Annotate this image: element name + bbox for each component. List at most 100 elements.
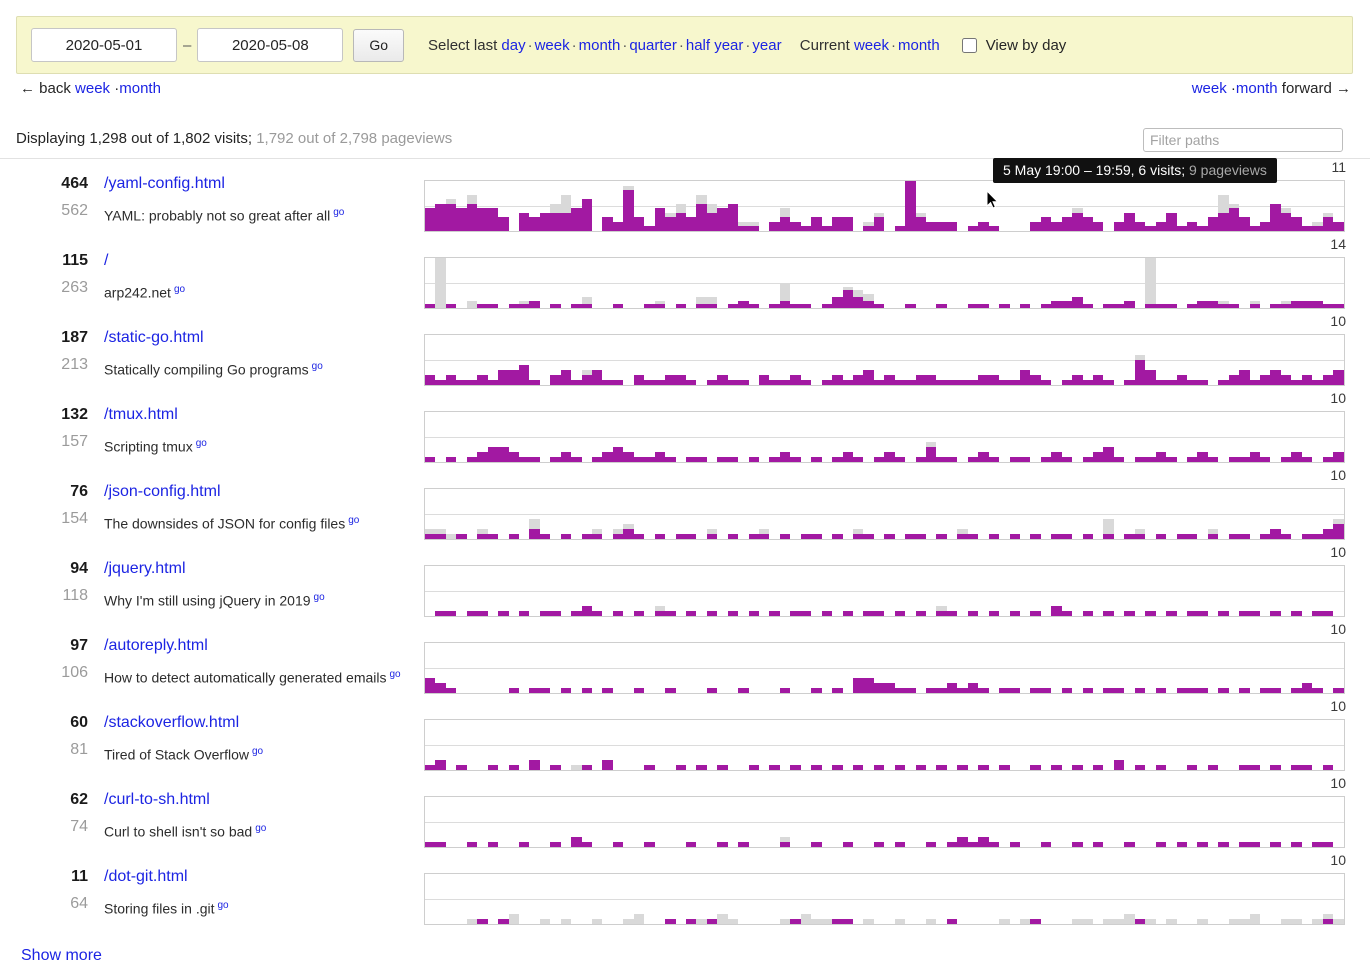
chart-bar[interactable] <box>425 412 436 462</box>
chart-bar[interactable] <box>1135 566 1145 616</box>
chart-bar[interactable] <box>936 874 946 924</box>
chart-bar[interactable] <box>1260 797 1270 847</box>
chart-bar[interactable] <box>509 797 519 847</box>
chart-bar[interactable] <box>1145 258 1156 308</box>
chart-bar[interactable] <box>895 258 905 308</box>
chart-bar[interactable] <box>519 720 529 770</box>
chart-bar[interactable] <box>1040 181 1052 231</box>
chart-bar[interactable] <box>801 412 811 462</box>
chart-bar[interactable] <box>748 258 759 308</box>
chart-bar[interactable] <box>727 412 739 462</box>
chart-bar[interactable] <box>540 797 550 847</box>
chart-bar[interactable] <box>1061 643 1073 693</box>
forward-week-link[interactable]: week <box>1192 80 1227 97</box>
chart-bar[interactable] <box>779 643 791 693</box>
chart-bar[interactable] <box>1249 874 1260 924</box>
chart-bar[interactable] <box>957 797 968 847</box>
chart-bar[interactable] <box>488 874 498 924</box>
chart-bar[interactable] <box>550 720 561 770</box>
chart-bar[interactable] <box>1093 258 1103 308</box>
chart-bar[interactable] <box>1093 874 1103 924</box>
chart-bar[interactable] <box>1176 489 1187 539</box>
chart-plot-area[interactable] <box>424 257 1345 309</box>
chart-bar[interactable] <box>769 797 779 847</box>
chart-bar[interactable] <box>1301 489 1313 539</box>
chart-bar[interactable] <box>1113 720 1125 770</box>
chart-bar[interactable] <box>821 335 833 385</box>
chart-bar[interactable] <box>435 797 446 847</box>
chart-bar[interactable] <box>873 181 885 231</box>
chart-bar[interactable] <box>508 335 519 385</box>
chart-bar[interactable] <box>623 258 633 308</box>
chart-bar[interactable] <box>665 489 675 539</box>
chart-bar[interactable] <box>1260 258 1270 308</box>
chart-bar[interactable] <box>822 412 832 462</box>
chart-bar[interactable] <box>1260 181 1271 231</box>
chart-bar[interactable] <box>1333 720 1343 770</box>
chart-bar[interactable] <box>518 412 530 462</box>
chart-bar[interactable] <box>989 720 999 770</box>
chart-bar[interactable] <box>519 643 529 693</box>
page-path-link[interactable]: /jquery.html <box>104 560 186 577</box>
chart-bar[interactable] <box>592 412 603 462</box>
chart-bar[interactable] <box>1333 797 1343 847</box>
chart-bar[interactable] <box>989 643 999 693</box>
chart-bar[interactable] <box>936 412 947 462</box>
chart-bar[interactable] <box>1072 335 1083 385</box>
chart-bar[interactable] <box>1083 797 1093 847</box>
chart-bar[interactable] <box>957 181 967 231</box>
chart-bar[interactable] <box>466 874 478 924</box>
chart-bar[interactable] <box>676 412 686 462</box>
chart-bar[interactable] <box>613 720 623 770</box>
chart-bar[interactable] <box>832 489 843 539</box>
chart-bar[interactable] <box>508 258 519 308</box>
chart-bar[interactable] <box>477 181 488 231</box>
chart-bar[interactable] <box>738 181 749 231</box>
chart-bar[interactable] <box>936 489 947 539</box>
chart-bar[interactable] <box>843 643 853 693</box>
chart-bar[interactable] <box>936 643 947 693</box>
chart-bar[interactable] <box>988 412 1000 462</box>
chart-bar[interactable] <box>550 258 561 308</box>
chart-bar[interactable] <box>1177 874 1187 924</box>
chart-bar[interactable] <box>1281 720 1291 770</box>
chart-bar[interactable] <box>957 489 968 539</box>
chart-bar[interactable] <box>978 566 988 616</box>
chart-bar[interactable] <box>811 335 821 385</box>
chart-bar[interactable] <box>508 489 519 539</box>
chart-bar[interactable] <box>853 874 863 924</box>
chart-bar[interactable] <box>477 797 487 847</box>
chart-bar[interactable] <box>1030 412 1040 462</box>
chart-bar[interactable] <box>926 258 936 308</box>
chart-bar[interactable] <box>915 181 926 231</box>
chart-bar[interactable] <box>873 258 885 308</box>
chart-bar[interactable] <box>821 258 833 308</box>
chart-bar[interactable] <box>487 335 499 385</box>
chart-bar[interactable] <box>1270 489 1281 539</box>
chart-bar[interactable] <box>633 489 645 539</box>
chart-bar[interactable] <box>1207 412 1219 462</box>
chart-bar[interactable] <box>1291 797 1302 847</box>
chart-bar[interactable] <box>748 720 759 770</box>
chart-bar[interactable] <box>706 258 718 308</box>
chart-bar[interactable] <box>790 797 800 847</box>
chart-bar[interactable] <box>1145 643 1155 693</box>
chart-plot-area[interactable] <box>424 411 1345 463</box>
chart-bar[interactable] <box>1072 566 1082 616</box>
chart-bar[interactable] <box>1030 335 1041 385</box>
chart-bar[interactable] <box>1166 566 1177 616</box>
chart-bar[interactable] <box>1312 720 1322 770</box>
chart-bar[interactable] <box>696 181 707 231</box>
chart-bar[interactable] <box>529 489 540 539</box>
chart-bar[interactable] <box>1103 566 1114 616</box>
chart-bar[interactable] <box>852 643 864 693</box>
chart-bar[interactable] <box>1061 566 1073 616</box>
view-by-day-checkbox[interactable] <box>961 37 977 53</box>
chart-bar[interactable] <box>1030 797 1040 847</box>
chart-bar[interactable] <box>738 643 749 693</box>
chart-bar[interactable] <box>1239 412 1250 462</box>
chart-bar[interactable] <box>477 258 488 308</box>
chart-bar[interactable] <box>633 412 645 462</box>
chart-bar[interactable] <box>863 412 873 462</box>
chart-bar[interactable] <box>425 335 436 385</box>
